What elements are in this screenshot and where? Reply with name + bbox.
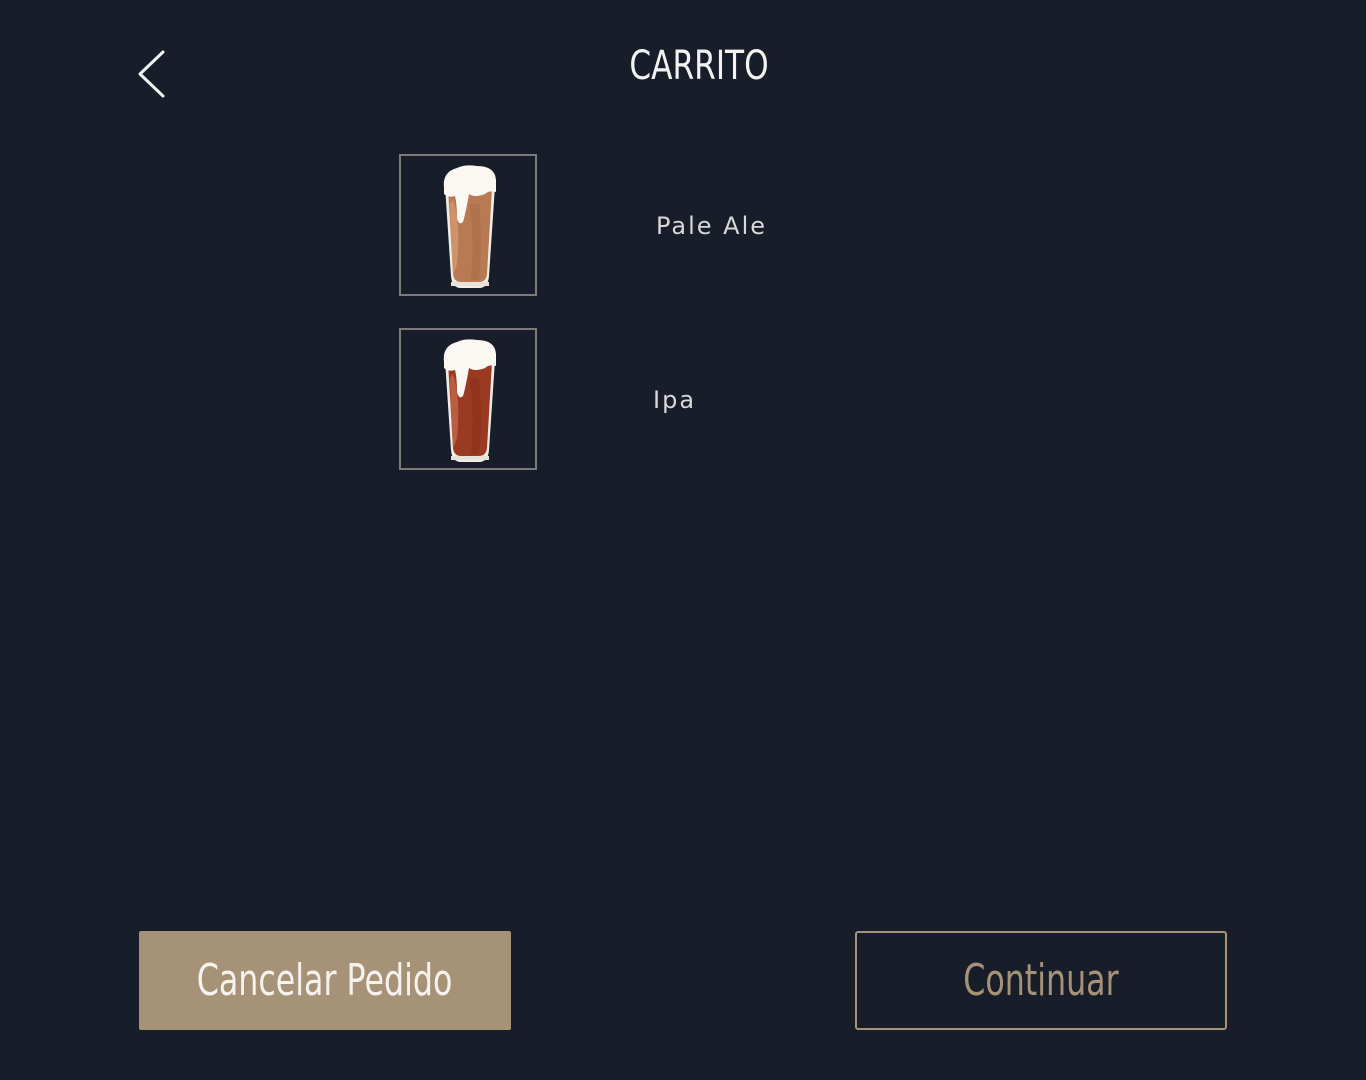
item-name: Pale Ale xyxy=(656,212,768,240)
page-title: CARRITO xyxy=(629,43,769,89)
item-name: Ipa xyxy=(653,386,697,414)
item-thumbnail xyxy=(399,328,537,470)
beer-glass-icon xyxy=(443,339,496,462)
continue-label: Continuar xyxy=(963,955,1119,1006)
cart-item[interactable]: Pale Ale xyxy=(399,154,999,298)
cart-item[interactable]: Ipa xyxy=(399,328,999,472)
cancel-order-button[interactable]: Cancelar Pedido xyxy=(139,931,511,1030)
beer-glass-icon xyxy=(443,165,496,288)
continue-button[interactable]: Continuar xyxy=(855,931,1227,1030)
cancel-order-label: Cancelar Pedido xyxy=(197,955,453,1006)
item-thumbnail xyxy=(399,154,537,296)
